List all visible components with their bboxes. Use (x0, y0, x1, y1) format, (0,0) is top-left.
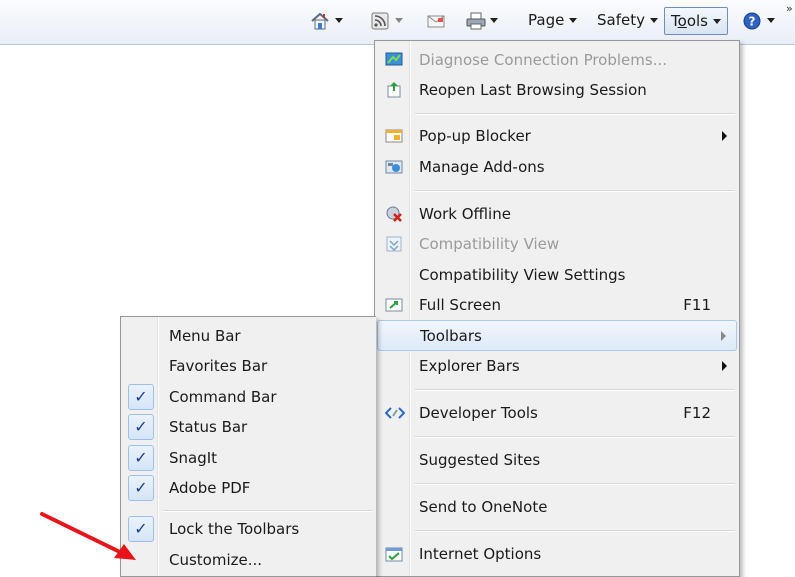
home-button[interactable] (310, 6, 343, 34)
menu-separator (415, 113, 735, 115)
menu-separator (415, 436, 735, 438)
chevron-down-icon[interactable] (490, 17, 498, 23)
menu-item-compatibility-view-settings[interactable]: Compatibility View Settings (377, 260, 737, 289)
chevron-down-icon[interactable] (395, 17, 403, 23)
menu-item-internet-options[interactable]: Internet Options (377, 539, 737, 568)
chevron-down-icon (569, 17, 578, 23)
annotation-arrow (40, 512, 136, 560)
menu-item-send-to-onenote[interactable]: Send to OneNote (377, 492, 737, 521)
submenu-item-lock-toolbars[interactable]: ✓ Lock the Toolbars (123, 514, 374, 543)
menu-separator (415, 190, 735, 192)
read-mail-button[interactable] (426, 6, 446, 34)
print-icon (465, 11, 486, 30)
submenu-arrow-icon (722, 360, 727, 371)
chevron-down-icon (649, 17, 658, 23)
menu-separator (163, 510, 372, 512)
menu-item-full-screen[interactable]: Full Screen F11 (377, 290, 737, 319)
command-bar: Page Safety Tools ? » (0, 0, 795, 45)
tools-menu-button[interactable]: Tools (664, 7, 728, 35)
menu-separator (415, 530, 735, 532)
submenu-item-command-bar[interactable]: ✓ Command Bar (123, 382, 374, 411)
feeds-icon (370, 11, 390, 30)
submenu-item-menu-bar[interactable]: Menu Bar (123, 321, 374, 350)
work-offline-icon (385, 205, 403, 223)
chevron-down-icon[interactable] (767, 17, 775, 23)
menu-separator (415, 483, 735, 485)
checkmark-icon: ✓ (128, 474, 154, 501)
addons-icon (385, 158, 403, 176)
overflow-chevron-icon[interactable]: » (786, 2, 793, 15)
safety-menu-button[interactable]: Safety (597, 6, 658, 34)
developer-tools-icon (384, 404, 406, 422)
menu-item-popup-blocker[interactable]: Pop-up Blocker (377, 121, 737, 150)
help-button[interactable]: ? (742, 6, 775, 34)
chevron-down-icon[interactable] (335, 17, 343, 23)
checkmark-icon: ✓ (128, 444, 154, 471)
compat-view-icon (385, 235, 403, 253)
diagnose-icon (385, 51, 403, 69)
menu-item-explorer-bars[interactable]: Explorer Bars (377, 351, 737, 380)
popup-blocker-icon (385, 127, 403, 145)
tools-menu-label: Tools (671, 12, 708, 30)
help-icon: ? (742, 11, 762, 30)
menu-item-diagnose-connection[interactable]: Diagnose Connection Problems... (377, 45, 737, 74)
svg-text:?: ? (749, 15, 756, 29)
fullscreen-icon (385, 296, 403, 314)
menu-item-developer-tools[interactable]: Developer Tools F12 (377, 398, 737, 427)
toolbars-submenu: Menu Bar Favorites Bar ✓ Command Bar ✓ S… (120, 316, 376, 577)
checkmark-icon: ✓ (128, 383, 154, 410)
submenu-item-adobe-pdf[interactable]: ✓ Adobe PDF (123, 473, 374, 502)
internet-options-icon (385, 545, 403, 563)
submenu-arrow-icon (722, 130, 727, 141)
menu-item-compatibility-view[interactable]: Compatibility View (377, 229, 737, 258)
chevron-down-icon (712, 18, 721, 24)
print-button[interactable] (465, 6, 498, 34)
page-menu-label: Page (528, 11, 565, 29)
menu-item-toolbars[interactable]: Toolbars (377, 320, 737, 351)
menu-item-reopen-session[interactable]: Reopen Last Browsing Session (377, 75, 737, 104)
submenu-item-status-bar[interactable]: ✓ Status Bar (123, 412, 374, 441)
tools-menu: Diagnose Connection Problems... Reopen L… (374, 40, 740, 577)
read-mail-icon (426, 11, 446, 29)
submenu-arrow-icon (721, 330, 726, 341)
page-menu-button[interactable]: Page (528, 6, 578, 34)
submenu-item-customize[interactable]: Customize... (123, 545, 374, 574)
submenu-item-snagit[interactable]: ✓ SnagIt (123, 443, 374, 472)
submenu-item-favorites-bar[interactable]: Favorites Bar (123, 351, 374, 380)
menu-item-work-offline[interactable]: Work Offline (377, 199, 737, 228)
menu-separator (415, 389, 735, 391)
home-icon (310, 11, 330, 30)
menu-item-manage-addons[interactable]: Manage Add-ons (377, 152, 737, 181)
safety-menu-label: Safety (597, 11, 645, 29)
menu-item-suggested-sites[interactable]: Suggested Sites (377, 445, 737, 474)
reopen-icon (385, 81, 403, 99)
checkmark-icon: ✓ (128, 413, 154, 440)
feeds-button[interactable] (370, 6, 403, 34)
